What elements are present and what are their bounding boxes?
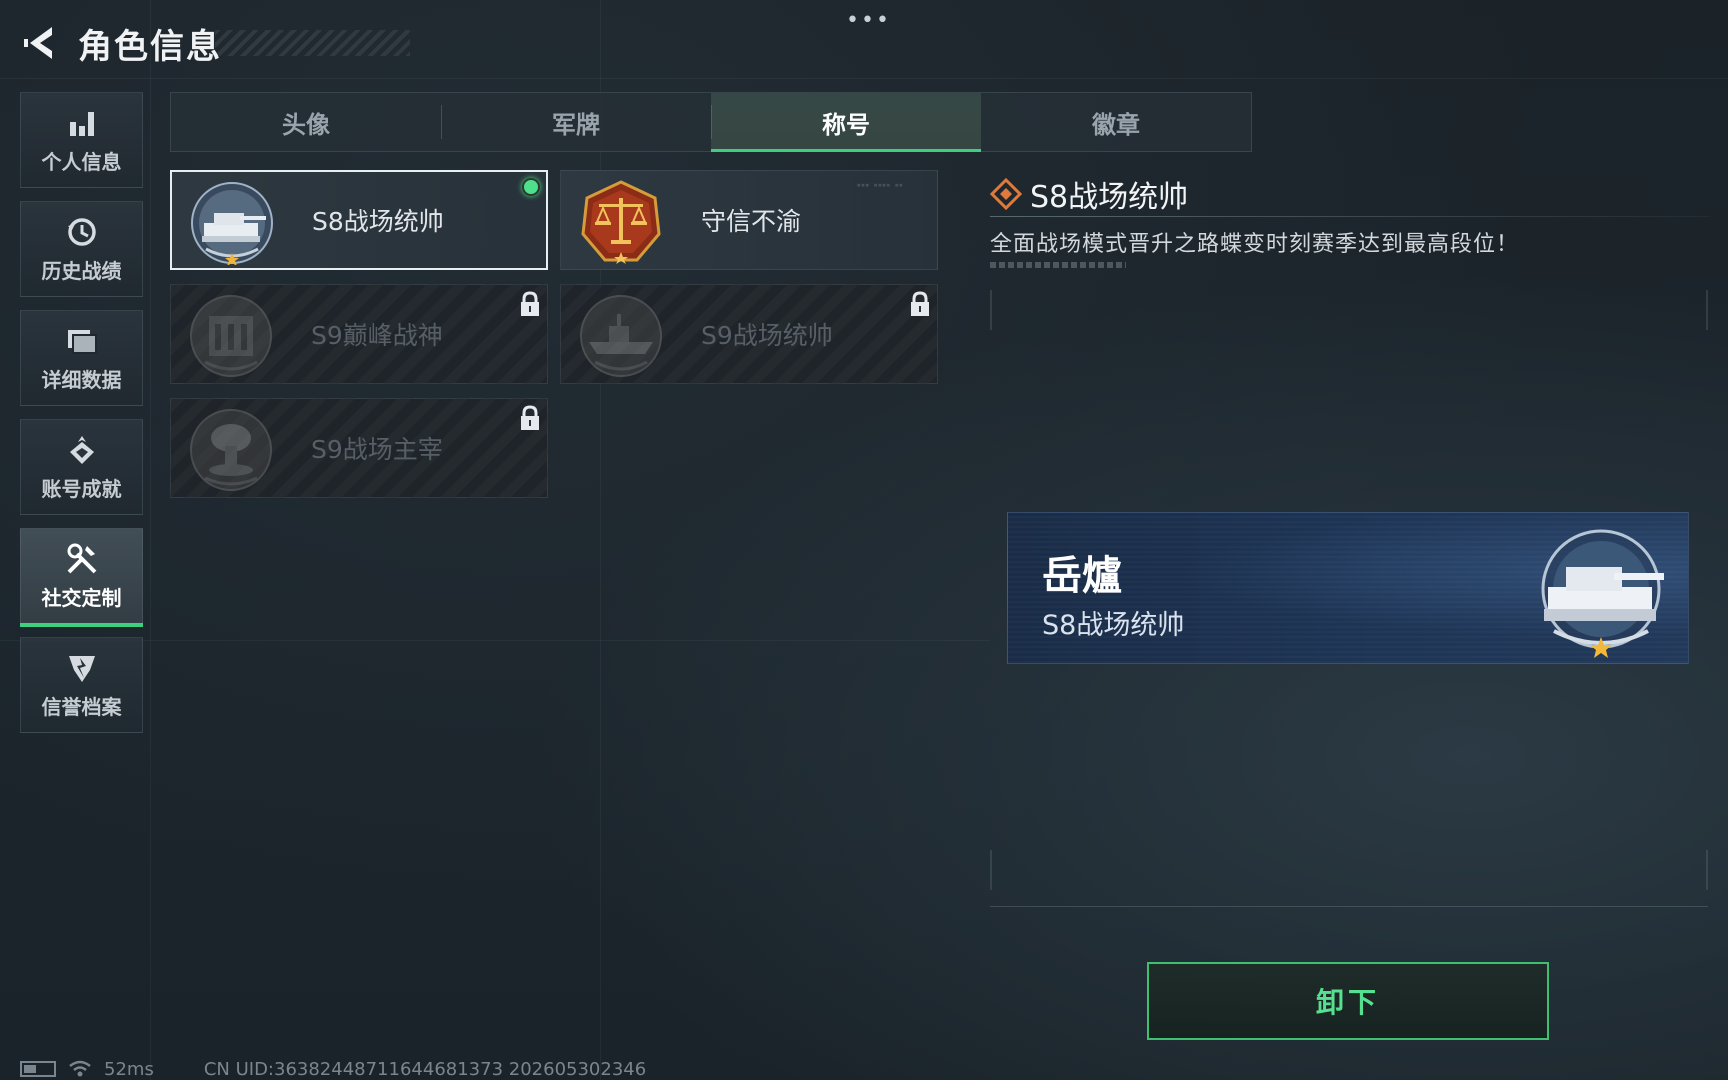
lock-icon (521, 291, 539, 316)
shield-icon (65, 651, 99, 685)
title-card-s9-dominator[interactable]: S9战场主宰 (170, 398, 548, 498)
title-card-name: S9战场统帅 (701, 321, 833, 350)
folder-icon (65, 324, 99, 358)
title-card-s8-commander[interactable]: S8战场统帅 (170, 170, 548, 270)
sidebar-item-match-history[interactable]: 历史战绩 (20, 201, 143, 297)
ping-value: 52ms (104, 1058, 154, 1080)
back-arrow-icon (24, 27, 52, 59)
scales-emblem-icon (581, 180, 661, 264)
tab-avatar[interactable]: 头像 (171, 93, 441, 151)
title-card-s9-peak-war-god[interactable]: S9巅峰战神 (170, 284, 548, 384)
header: 角色信息 (20, 18, 222, 68)
divider (990, 906, 1708, 907)
title-card-name: S8战场统帅 (312, 207, 444, 236)
detail-decoration-bar (990, 262, 1126, 268)
divider (990, 216, 1710, 217)
lock-icon (911, 291, 929, 316)
player-name: 岳爐 (1042, 553, 1122, 599)
tank-emblem-icon (191, 182, 273, 265)
sidebar-item-social-custom[interactable]: 社交定制 (20, 528, 143, 627)
tank-emblem-icon (1541, 529, 1664, 658)
sidebar-item-label: 信誉档案 (41, 694, 122, 719)
clock-history-icon (65, 215, 99, 249)
title-card-name: S9巅峰战神 (311, 321, 443, 350)
sidebar: 个人信息 历史战绩 详细数据 账号成就 社交定制 信誉档案 (20, 92, 144, 746)
lock-icon (521, 405, 539, 430)
sidebar-item-credit-record[interactable]: 信誉档案 (20, 637, 143, 733)
nameplate-title: S8战场统帅 (1042, 610, 1185, 641)
tab-dog-tag[interactable]: 军牌 (441, 93, 711, 151)
bar-chart-icon (65, 106, 99, 140)
nameplate-preview: 岳爐 S8战场统帅 (1007, 512, 1689, 664)
sidebar-item-personal-info[interactable]: 个人信息 (20, 92, 143, 188)
card-code-decoration: ▪▪▪ ▪▪▪▪ ▪▪ (856, 181, 903, 189)
warship-emblem-icon (580, 295, 662, 377)
diamond-icon (990, 178, 1022, 210)
tools-icon (65, 542, 99, 576)
detail-title: S8战场统帅 (1030, 180, 1189, 215)
sidebar-item-achievements[interactable]: 账号成就 (20, 419, 143, 515)
fortress-emblem-icon (190, 295, 272, 377)
status-bar: 52ms CN UID:36382448711644681373 2026053… (20, 1058, 646, 1080)
sidebar-item-label: 个人信息 (41, 149, 122, 174)
category-tabs: 头像 军牌 称号 徽章 (170, 92, 1252, 152)
title-card-keep-faith[interactable]: 守信不渝 ▪▪▪ ▪▪▪▪ ▪▪ (560, 170, 938, 270)
title-decoration (215, 30, 410, 56)
sidebar-item-detailed-data[interactable]: 详细数据 (20, 310, 143, 406)
title-card-name: 守信不渝 (701, 207, 802, 236)
sidebar-item-label: 账号成就 (41, 476, 122, 501)
achievement-icon (65, 433, 99, 467)
page-title: 角色信息 (78, 26, 222, 67)
sidebar-item-label: 详细数据 (41, 367, 122, 392)
back-button[interactable] (20, 21, 60, 65)
sidebar-item-label: 历史战绩 (41, 258, 122, 283)
tab-title[interactable]: 称号 (711, 93, 981, 152)
wifi-icon (69, 1060, 91, 1077)
detail-header: S8战场统帅 (990, 172, 1188, 216)
equipped-indicator (522, 178, 540, 196)
sidebar-item-label: 社交定制 (41, 585, 122, 610)
title-card-s9-commander[interactable]: S9战场统帅 (560, 284, 938, 384)
battery-icon (20, 1061, 56, 1077)
unequip-button[interactable]: 卸下 (1147, 962, 1549, 1040)
more-menu-icon[interactable]: ••• (846, 8, 891, 33)
tab-badge[interactable]: 徽章 (981, 93, 1251, 151)
uid-text: CN UID:36382448711644681373 202605302346 (203, 1058, 647, 1080)
mushroom-cloud-emblem-icon (190, 409, 272, 491)
detail-description: 全面战场模式晋升之路蝶变时刻赛季达到最高段位！ (990, 232, 1520, 257)
title-card-name: S9战场主宰 (311, 435, 443, 464)
